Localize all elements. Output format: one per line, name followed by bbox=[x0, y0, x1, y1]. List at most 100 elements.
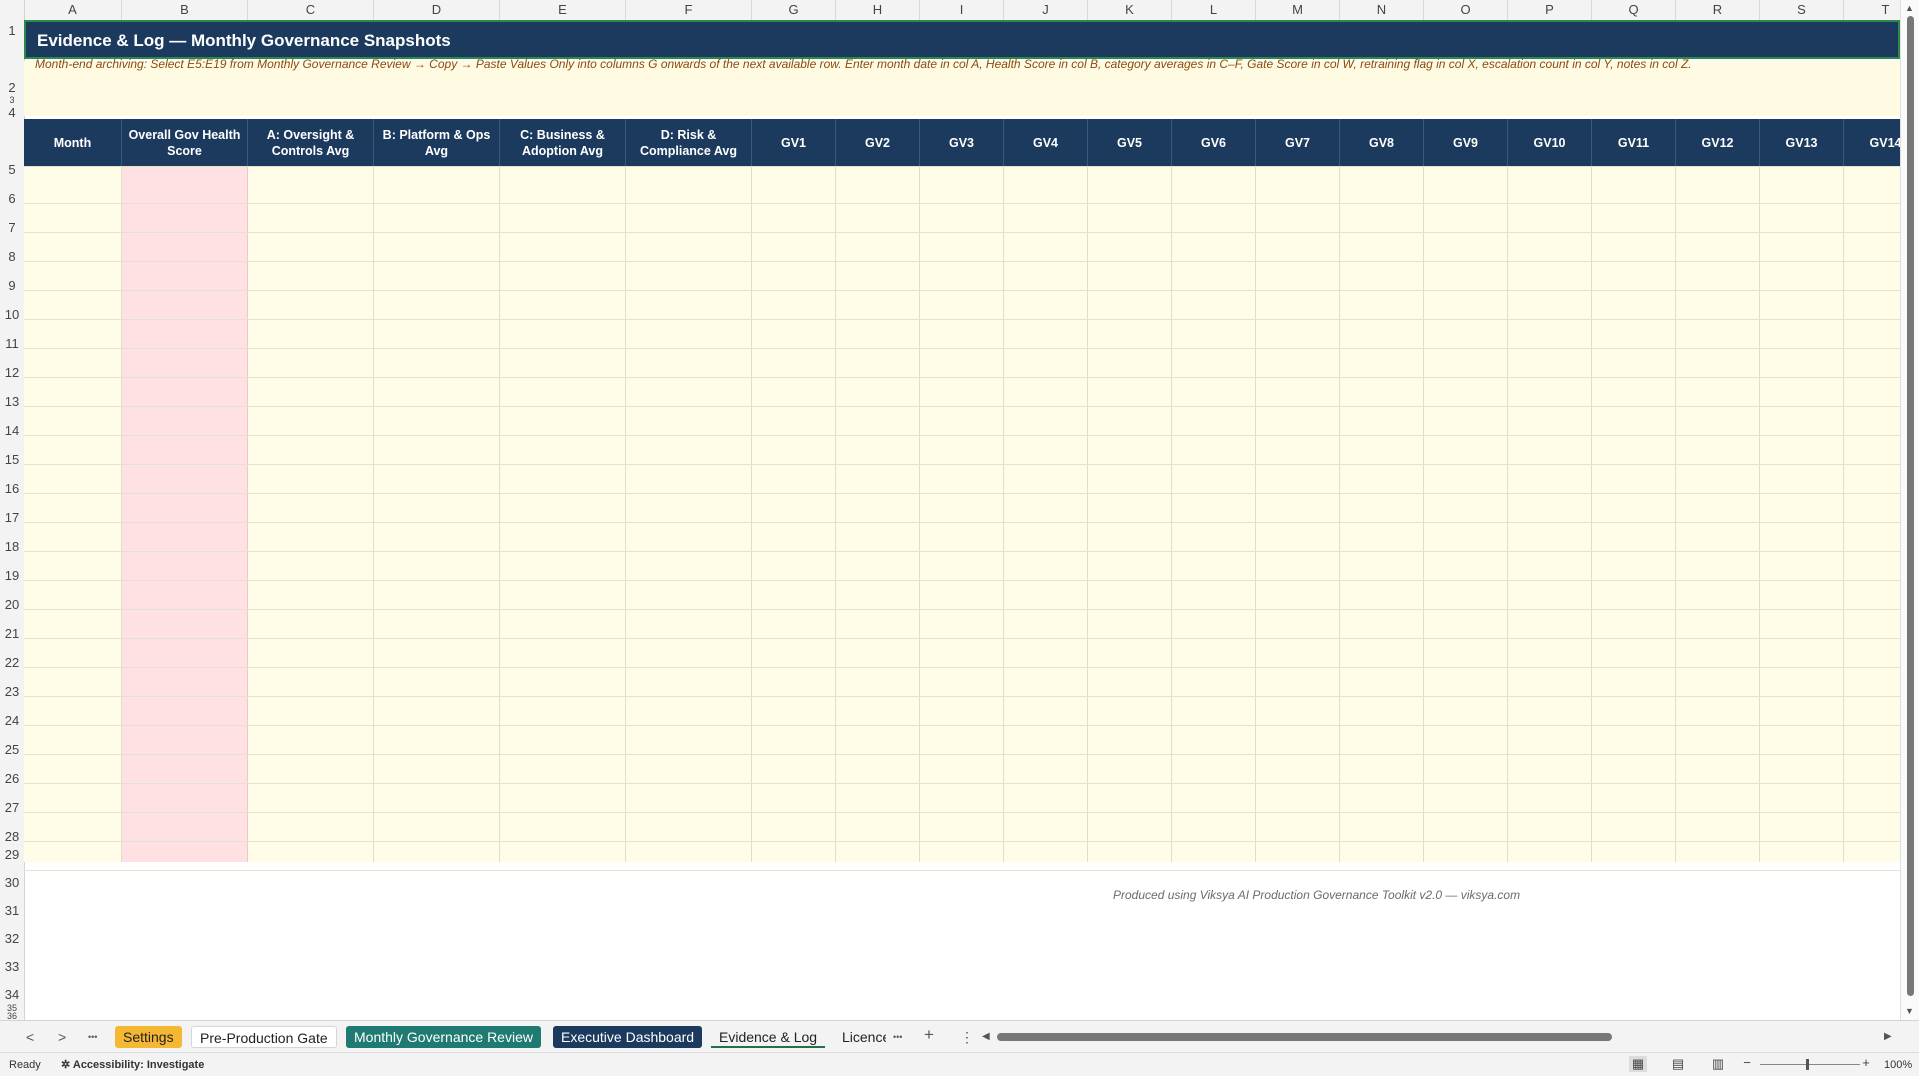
tab-evidence-log[interactable]: Evidence & Log bbox=[711, 1026, 826, 1048]
column-header-k[interactable]: K bbox=[1088, 0, 1172, 20]
row-header-6[interactable]: 6 bbox=[0, 191, 24, 207]
tab-executive-dashboard[interactable]: Executive Dashboard bbox=[553, 1026, 703, 1048]
data-column[interactable] bbox=[1592, 166, 1676, 862]
row-header-9[interactable]: 9 bbox=[0, 278, 24, 294]
tab-licence[interactable]: Licence bbox=[834, 1026, 886, 1048]
data-column[interactable] bbox=[1424, 166, 1508, 862]
zoom-level[interactable]: 100% bbox=[1884, 1059, 1912, 1071]
row-header-31[interactable]: 31 bbox=[0, 903, 24, 919]
row-header-20[interactable]: 20 bbox=[0, 597, 24, 613]
data-column[interactable] bbox=[626, 166, 752, 862]
horizontal-scrollbar[interactable] bbox=[985, 1033, 1890, 1041]
tab-pre-production-gate[interactable]: Pre-Production Gate bbox=[191, 1026, 337, 1048]
accessibility-status[interactable]: ✲ Accessibility: Investigate bbox=[61, 1058, 204, 1071]
column-header-m[interactable]: M bbox=[1256, 0, 1340, 20]
data-column[interactable] bbox=[1340, 166, 1424, 862]
tab-settings[interactable]: Settings bbox=[115, 1026, 182, 1048]
data-column[interactable] bbox=[248, 166, 374, 862]
zoom-out-button[interactable]: − bbox=[1738, 1055, 1756, 1071]
row-header-28[interactable]: 28 bbox=[0, 829, 24, 845]
row-header-8[interactable]: 8 bbox=[0, 249, 24, 265]
column-header-n[interactable]: N bbox=[1340, 0, 1424, 20]
data-column[interactable] bbox=[836, 166, 920, 862]
row-header-22[interactable]: 22 bbox=[0, 655, 24, 671]
row-header-1[interactable]: 1 bbox=[0, 23, 24, 39]
row-header-18[interactable]: 18 bbox=[0, 539, 24, 555]
row-header-26[interactable]: 26 bbox=[0, 771, 24, 787]
row-header-32[interactable]: 32 bbox=[0, 931, 24, 947]
row-header-17[interactable]: 17 bbox=[0, 510, 24, 526]
row-header-33[interactable]: 33 bbox=[0, 959, 24, 975]
row-header-23[interactable]: 23 bbox=[0, 684, 24, 700]
data-column[interactable] bbox=[1088, 166, 1172, 862]
page-break-view-icon[interactable]: ▥ bbox=[1709, 1056, 1727, 1072]
column-header-j[interactable]: J bbox=[1004, 0, 1088, 20]
data-column[interactable] bbox=[1508, 166, 1592, 862]
column-header-a[interactable]: A bbox=[24, 0, 122, 20]
scroll-down-icon[interactable]: ▼ bbox=[1905, 1006, 1914, 1016]
row-header-34[interactable]: 34 bbox=[0, 987, 24, 1003]
add-sheet-button[interactable]: + bbox=[924, 1025, 934, 1045]
health-score-column[interactable] bbox=[122, 166, 248, 862]
worksheet-grid[interactable]: Evidence & Log — Monthly Governance Snap… bbox=[24, 20, 1900, 1020]
normal-view-icon[interactable]: ▦ bbox=[1629, 1056, 1647, 1072]
select-all-corner[interactable] bbox=[0, 0, 25, 20]
row-header-24[interactable]: 24 bbox=[0, 713, 24, 729]
column-header-q[interactable]: Q bbox=[1592, 0, 1676, 20]
row-header-16[interactable]: 16 bbox=[0, 481, 24, 497]
column-header-p[interactable]: P bbox=[1508, 0, 1592, 20]
row-header-5[interactable]: 5 bbox=[0, 162, 24, 178]
row-header-25[interactable]: 25 bbox=[0, 742, 24, 758]
data-column[interactable] bbox=[374, 166, 500, 862]
row-header-11[interactable]: 11 bbox=[0, 336, 24, 352]
data-column[interactable] bbox=[1004, 166, 1088, 862]
row-header-21[interactable]: 21 bbox=[0, 626, 24, 642]
column-header-h[interactable]: H bbox=[836, 0, 920, 20]
horizontal-scroll-thumb[interactable] bbox=[997, 1033, 1612, 1041]
tab-overflow-right-button[interactable]: ••• bbox=[893, 1032, 902, 1042]
row-header-36[interactable]: 36 bbox=[0, 1012, 24, 1021]
column-header-c[interactable]: C bbox=[248, 0, 374, 20]
vertical-scroll-thumb[interactable] bbox=[1907, 16, 1914, 996]
hscroll-right-icon[interactable]: ▶ bbox=[1884, 1031, 1892, 1042]
column-header-r[interactable]: R bbox=[1676, 0, 1760, 20]
row-header-2[interactable]: 2 bbox=[0, 80, 24, 96]
row-header-27[interactable]: 27 bbox=[0, 800, 24, 816]
row-header-29[interactable]: 29 bbox=[0, 847, 24, 863]
row-header-12[interactable]: 12 bbox=[0, 365, 24, 381]
scroll-up-icon[interactable]: ▲ bbox=[1905, 3, 1914, 13]
column-header-i[interactable]: I bbox=[920, 0, 1004, 20]
row-header-4[interactable]: 4 bbox=[0, 105, 24, 120]
tab-overflow-left-button[interactable]: ••• bbox=[88, 1032, 97, 1042]
zoom-slider[interactable] bbox=[1760, 1059, 1860, 1070]
row-header-30[interactable]: 30 bbox=[0, 875, 24, 891]
data-column[interactable] bbox=[500, 166, 626, 862]
column-header-o[interactable]: O bbox=[1424, 0, 1508, 20]
data-column[interactable] bbox=[1256, 166, 1340, 862]
row-header-19[interactable]: 19 bbox=[0, 568, 24, 584]
data-column[interactable] bbox=[1172, 166, 1256, 862]
row-header-3[interactable]: 3 bbox=[0, 96, 24, 105]
data-column[interactable] bbox=[1760, 166, 1844, 862]
row-header-13[interactable]: 13 bbox=[0, 394, 24, 410]
data-column[interactable] bbox=[24, 166, 122, 862]
data-column[interactable] bbox=[752, 166, 836, 862]
column-header-l[interactable]: L bbox=[1172, 0, 1256, 20]
tab-options-button[interactable]: ⋮ bbox=[960, 1029, 974, 1046]
tab-prev-button[interactable]: < bbox=[26, 1029, 34, 1045]
vertical-scrollbar[interactable]: ▲ ▼ bbox=[1900, 0, 1919, 1020]
data-column[interactable] bbox=[920, 166, 1004, 862]
column-header-s[interactable]: S bbox=[1760, 0, 1844, 20]
column-header-f[interactable]: F bbox=[626, 0, 752, 20]
data-column[interactable] bbox=[1676, 166, 1760, 862]
tab-next-button[interactable]: > bbox=[58, 1029, 66, 1045]
zoom-in-button[interactable]: + bbox=[1857, 1055, 1875, 1071]
row-header-10[interactable]: 10 bbox=[0, 307, 24, 323]
row-header-15[interactable]: 15 bbox=[0, 452, 24, 468]
tab-monthly-governance-review[interactable]: Monthly Governance Review bbox=[346, 1026, 541, 1048]
column-header-g[interactable]: G bbox=[752, 0, 836, 20]
row-header-7[interactable]: 7 bbox=[0, 220, 24, 236]
page-layout-view-icon[interactable]: ▤ bbox=[1669, 1056, 1687, 1072]
column-header-b[interactable]: B bbox=[122, 0, 248, 20]
column-header-e[interactable]: E bbox=[500, 0, 626, 20]
